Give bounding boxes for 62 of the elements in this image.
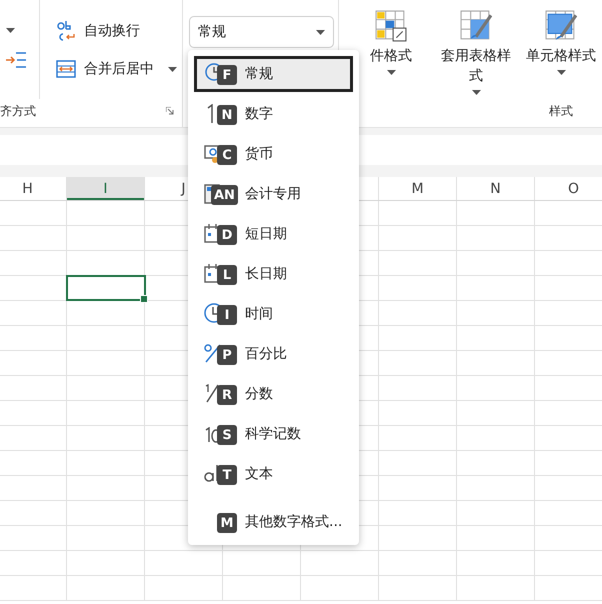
shortcut-key: R <box>217 385 237 405</box>
column-header[interactable]: I <box>67 177 145 200</box>
menu-item-label: 货币 <box>245 145 273 163</box>
menu-item[interactable]: D 短日期 <box>194 216 353 252</box>
menu-item-label: 时间 <box>245 305 273 323</box>
group-label: 齐方式 <box>0 102 36 120</box>
menu-item[interactable]: T 文本 <box>194 456 353 492</box>
shortcut-key: I <box>217 305 237 325</box>
shortcut-key: AN <box>211 185 238 205</box>
percent-icon <box>204 344 221 363</box>
conditional-format-button[interactable]: 件格式 <box>351 0 431 75</box>
merge-center-button[interactable]: 合并后居中 <box>52 58 181 80</box>
merge-cells-icon <box>56 60 76 78</box>
shortcut-key: P <box>217 345 237 365</box>
menu-item[interactable]: C 货币 <box>194 136 353 172</box>
menu-item-label: 常规 <box>245 65 273 83</box>
shortcut-key: L <box>217 265 237 285</box>
letters-icon <box>204 464 218 482</box>
wrap-text-button[interactable]: 自动换行 <box>52 18 181 44</box>
menu-item-label: 数字 <box>245 105 273 123</box>
shortcut-key: D <box>217 225 237 245</box>
caret-icon <box>168 66 177 72</box>
shortcut-key: S <box>217 425 237 445</box>
caret-icon <box>316 30 325 34</box>
shortcut-key: M <box>217 513 237 533</box>
table-brush-icon <box>460 10 492 42</box>
cell-style-button[interactable]: 单元格样式 <box>521 0 601 75</box>
dialog-launcher-icon[interactable] <box>166 107 174 115</box>
menu-item-label: 分数 <box>245 385 273 403</box>
menu-item-label: 长日期 <box>245 265 287 283</box>
menu-item-label: 科学记数 <box>245 425 301 443</box>
wrap-text-icon <box>56 20 76 42</box>
group-label: 样式 <box>549 102 573 120</box>
conditional-format-icon <box>375 10 407 42</box>
active-cell[interactable] <box>66 275 146 301</box>
menu-item[interactable]: N 数字 <box>194 96 353 132</box>
menu-item-label: 短日期 <box>245 225 287 243</box>
shortcut-key: C <box>217 145 237 165</box>
number-format-dropdown[interactable]: 常规 <box>189 16 334 48</box>
menu-item[interactable]: M 其他数字格式... <box>194 504 353 540</box>
menu-item[interactable]: I 时间 <box>194 296 353 332</box>
caret-icon <box>472 90 480 95</box>
caret-icon <box>556 70 566 75</box>
shortcut-key: T <box>217 465 237 485</box>
table-style-button[interactable]: 套用表格样式 <box>435 0 517 95</box>
caret-icon <box>386 70 396 75</box>
menu-item[interactable]: R 分数 <box>194 376 353 412</box>
menu-item[interactable]: S 科学记数 <box>194 416 353 452</box>
menu-item-label: 会计专用 <box>245 185 301 203</box>
menu-item[interactable]: F 常规 <box>194 56 353 92</box>
digit-icon <box>207 104 213 124</box>
shortcut-key: N <box>217 105 237 125</box>
shortcut-key: F <box>217 65 237 85</box>
menu-item[interactable]: L 长日期 <box>194 256 353 292</box>
menu-item-label: 其他数字格式... <box>245 513 342 531</box>
fraction-icon <box>205 384 219 403</box>
menu-item[interactable]: P 百分比 <box>194 336 353 372</box>
caret-icon <box>6 28 15 33</box>
menu-item-label: 文本 <box>245 465 273 483</box>
dropdown-button[interactable] <box>4 26 17 35</box>
menu-item-label: 百分比 <box>245 345 287 363</box>
cell-brush-icon <box>545 10 577 42</box>
